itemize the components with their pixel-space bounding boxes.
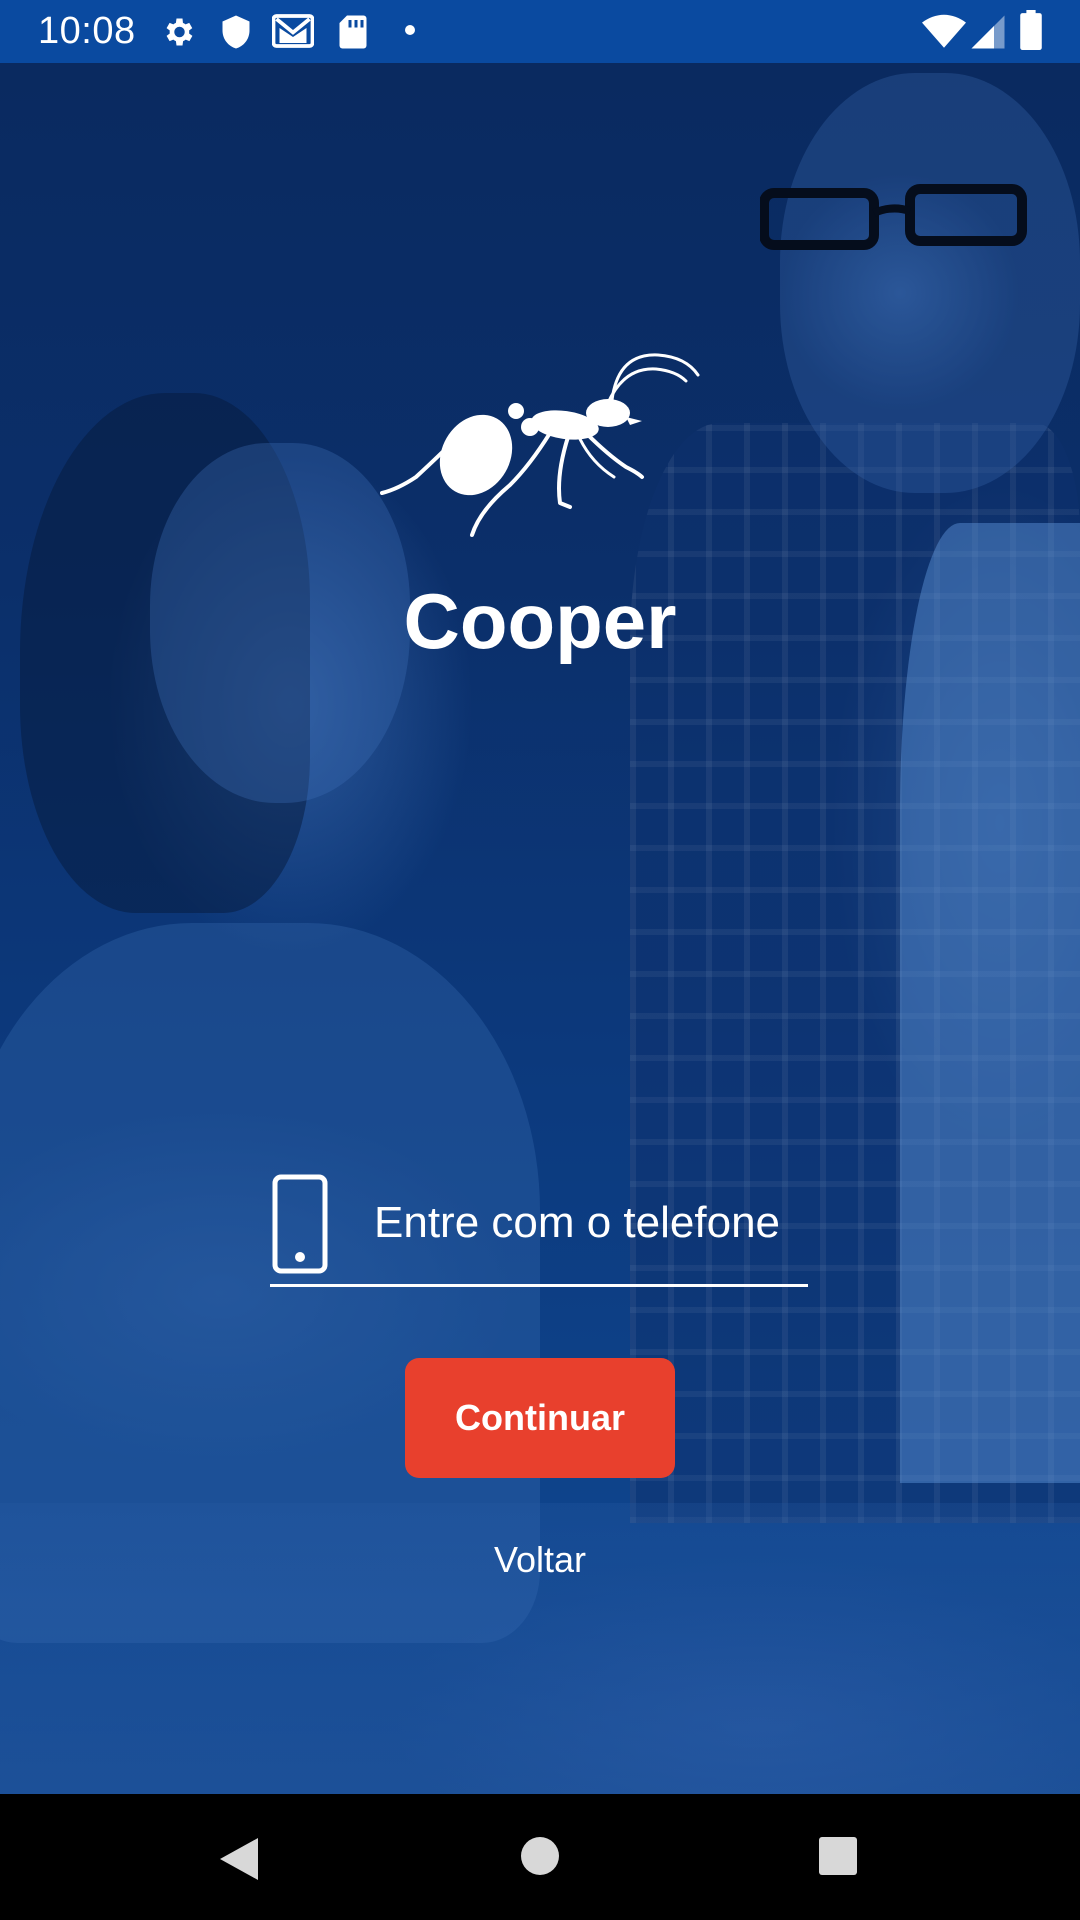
phone-input[interactable] bbox=[374, 1188, 804, 1258]
smartphone-icon bbox=[272, 1174, 328, 1274]
ant-icon bbox=[380, 353, 700, 537]
home-circle-icon[interactable] bbox=[519, 1835, 561, 1877]
continue-button[interactable]: Continuar bbox=[405, 1358, 675, 1478]
phone-field[interactable] bbox=[270, 1168, 808, 1287]
photo-glasses bbox=[760, 184, 1027, 250]
photo-man-face bbox=[780, 73, 1080, 493]
app-title: Cooper bbox=[403, 577, 677, 665]
gear-icon bbox=[166, 18, 193, 46]
status-bar: 10:08 bbox=[0, 0, 1080, 63]
gmail-icon bbox=[272, 14, 314, 48]
sd-card-icon bbox=[339, 15, 367, 49]
photo-man-tshirt bbox=[900, 523, 1080, 1483]
cell-signal-icon bbox=[971, 15, 1005, 49]
recents-square-icon[interactable] bbox=[818, 1836, 858, 1876]
navigation-bar bbox=[0, 1794, 1080, 1920]
back-triangle-icon[interactable] bbox=[216, 1834, 262, 1884]
shield-icon bbox=[222, 15, 250, 49]
battery-icon bbox=[1020, 10, 1042, 50]
screen: 10:08 Cooper Entre com o telefone Contin… bbox=[0, 0, 1080, 1920]
status-time: 10:08 bbox=[38, 10, 136, 52]
back-link[interactable]: Voltar bbox=[440, 1535, 640, 1585]
wifi-icon bbox=[922, 14, 966, 48]
dot-icon bbox=[405, 25, 415, 35]
